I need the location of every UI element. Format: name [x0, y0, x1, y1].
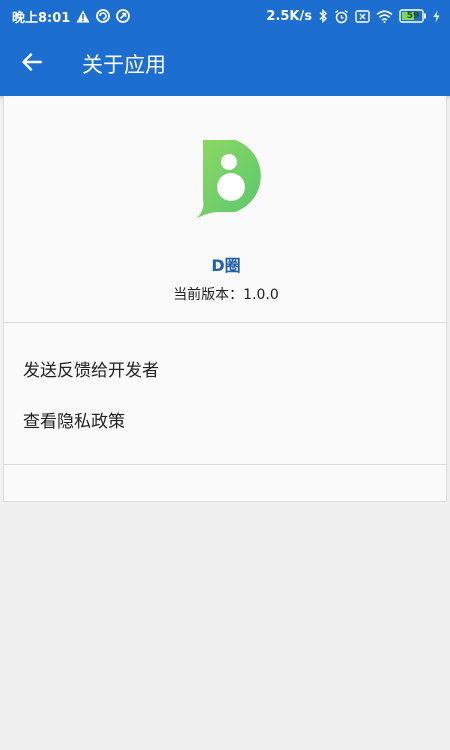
divider [4, 464, 448, 465]
send-feedback-item[interactable]: 发送反馈给开发者 [4, 346, 448, 390]
network-speed: 2.5K/s [266, 8, 312, 24]
arrow-left-icon [21, 51, 43, 77]
no-sim-icon [355, 9, 370, 23]
app-version: 当前版本：1.0.0 [173, 287, 279, 303]
charging-icon [433, 10, 440, 23]
alarm-icon [334, 9, 349, 24]
wifi-icon [376, 9, 393, 23]
battery-icon: 59 [399, 9, 427, 23]
bluetooth-icon [318, 9, 328, 23]
app-logo [197, 140, 273, 218]
send-feedback-label: 发送反馈给开发者 [23, 360, 159, 381]
battery-level: 59 [406, 11, 420, 21]
status-bar-right: 2.5K/s 59 [266, 9, 440, 24]
status-bar: 晚上8:01 2.5K/s 59 [0, 0, 450, 32]
back-button[interactable] [0, 32, 64, 96]
privacy-policy-item[interactable]: 查看隐私政策 [4, 397, 448, 441]
status-bar-left: 晚上8:01 [12, 7, 131, 26]
about-card: D圈 当前版本：1.0.0 发送反馈给开发者 查看隐私政策 [3, 96, 448, 502]
status-time: 晚上8:01 [12, 10, 71, 26]
app-bar: 关于应用 [0, 32, 450, 96]
app-name: D圈 [211, 256, 241, 275]
warning-icon [76, 10, 90, 23]
privacy-policy-label: 查看隐私政策 [23, 411, 125, 432]
page-title: 关于应用 [82, 53, 166, 77]
refresh-icon [116, 9, 131, 23]
sync-icon [96, 9, 111, 23]
divider [4, 322, 448, 323]
